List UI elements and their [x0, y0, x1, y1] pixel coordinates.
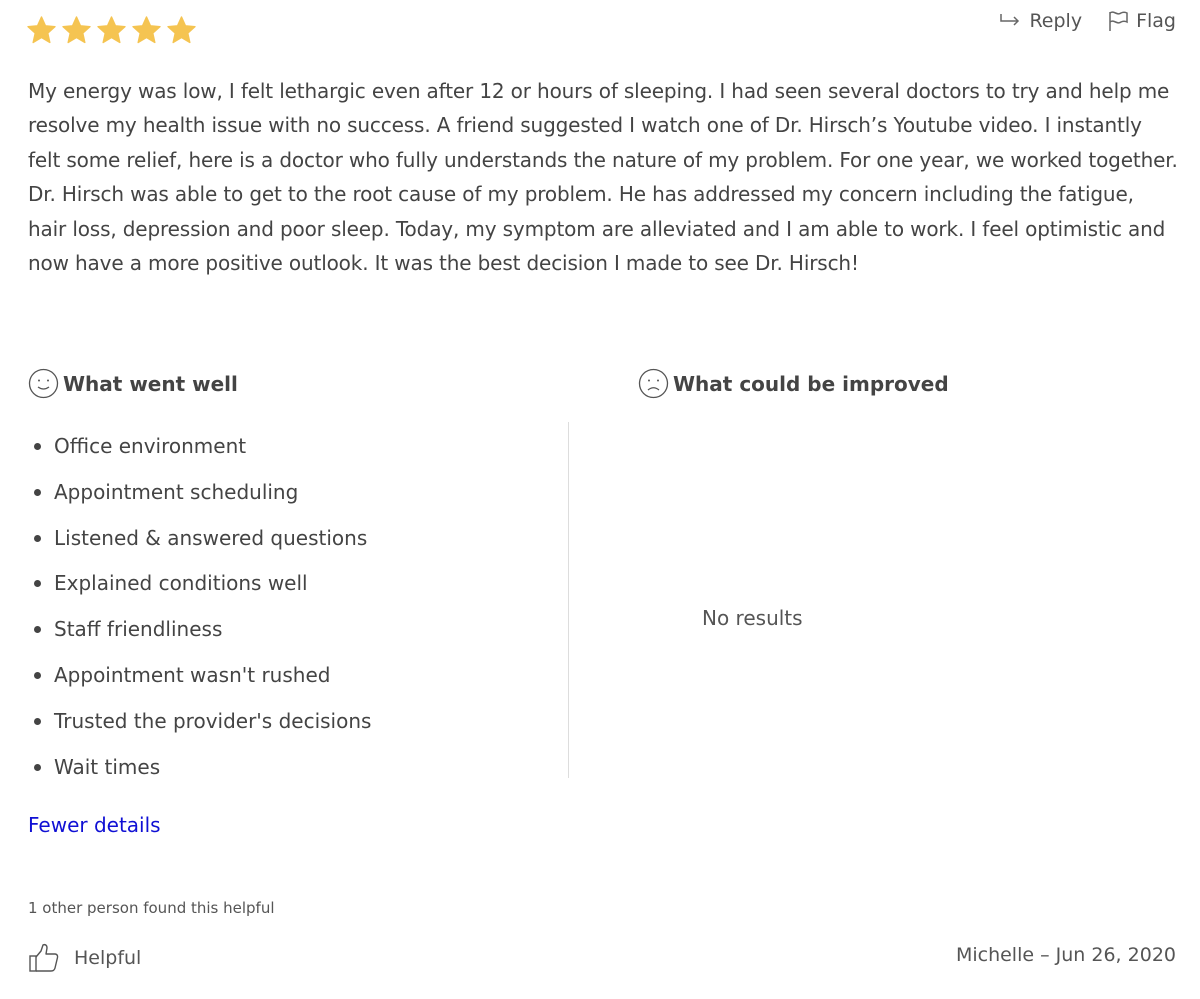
star-icon: [27, 16, 56, 44]
went-well-heading: What went well: [28, 368, 238, 399]
frown-face-icon: [638, 368, 669, 399]
list-item: Office environment: [30, 424, 371, 470]
bullet: [34, 717, 41, 725]
helpful-count-text: 1 other person found this helpful: [28, 899, 275, 917]
list-item-label: Explained conditions well: [54, 571, 308, 596]
fewer-details-link[interactable]: Fewer details: [28, 813, 161, 837]
review-date: Jun 26, 2020: [1055, 944, 1176, 966]
list-item-label: Appointment wasn't rushed: [54, 662, 331, 687]
list-item: Wait times: [30, 745, 371, 791]
bullet: [34, 580, 41, 588]
bullet: [34, 488, 41, 496]
bullet: [34, 443, 41, 450]
could-improve-heading: What could be improved: [638, 368, 949, 399]
star-icon: [62, 16, 91, 44]
reply-button[interactable]: Reply: [999, 10, 1082, 32]
list-item-label: Wait times: [54, 754, 161, 779]
star-icon: [132, 16, 161, 44]
list-item: Appointment wasn't rushed: [30, 653, 371, 699]
flag-icon: [1109, 11, 1128, 31]
reply-arrow-icon: [1000, 14, 1020, 26]
no-results-text: No results: [702, 606, 803, 630]
list-item: Listened & answered questions: [30, 516, 371, 562]
flag-button[interactable]: Flag: [1108, 10, 1176, 32]
byline-separator: –: [1040, 944, 1050, 966]
author-name: Michelle: [955, 944, 1035, 966]
could-improve-title: What could be improved: [673, 371, 949, 396]
helpful-button[interactable]: Helpful: [28, 942, 141, 974]
review-actions: Reply Flag: [999, 10, 1176, 32]
list-item-label: Trusted the provider's decisions: [54, 708, 372, 733]
bullet: [34, 534, 41, 542]
star-icon: [167, 16, 196, 44]
bullet: [34, 626, 41, 634]
review-text: My energy was low, I felt lethargic even…: [28, 79, 1178, 276]
star-rating: [26, 15, 197, 46]
star-icon: [97, 16, 126, 44]
went-well-title: What went well: [63, 371, 238, 396]
bullet: [34, 671, 41, 679]
list-item-label: Appointment scheduling: [54, 479, 299, 504]
list-item-label: Staff friendliness: [54, 617, 223, 642]
went-well-list: Office environment Appointment schedulin…: [30, 424, 371, 790]
flag-label: Flag: [1136, 10, 1176, 32]
list-item-label: Listened & answered questions: [54, 525, 368, 550]
list-item: Appointment scheduling: [30, 470, 371, 516]
helpful-label: Helpful: [74, 947, 142, 969]
column-divider: [568, 422, 569, 778]
list-item: Staff friendliness: [30, 607, 371, 653]
bullet: [34, 763, 41, 771]
list-item: Explained conditions well: [30, 561, 371, 607]
smile-face-icon: [28, 368, 59, 399]
list-item: Trusted the provider's decisions: [30, 699, 371, 745]
list-item-label: Office environment: [54, 434, 247, 458]
thumbs-up-icon: [29, 943, 59, 972]
review-byline: Michelle – Jun 26, 2020: [956, 944, 1176, 966]
reply-label: Reply: [1029, 10, 1083, 32]
